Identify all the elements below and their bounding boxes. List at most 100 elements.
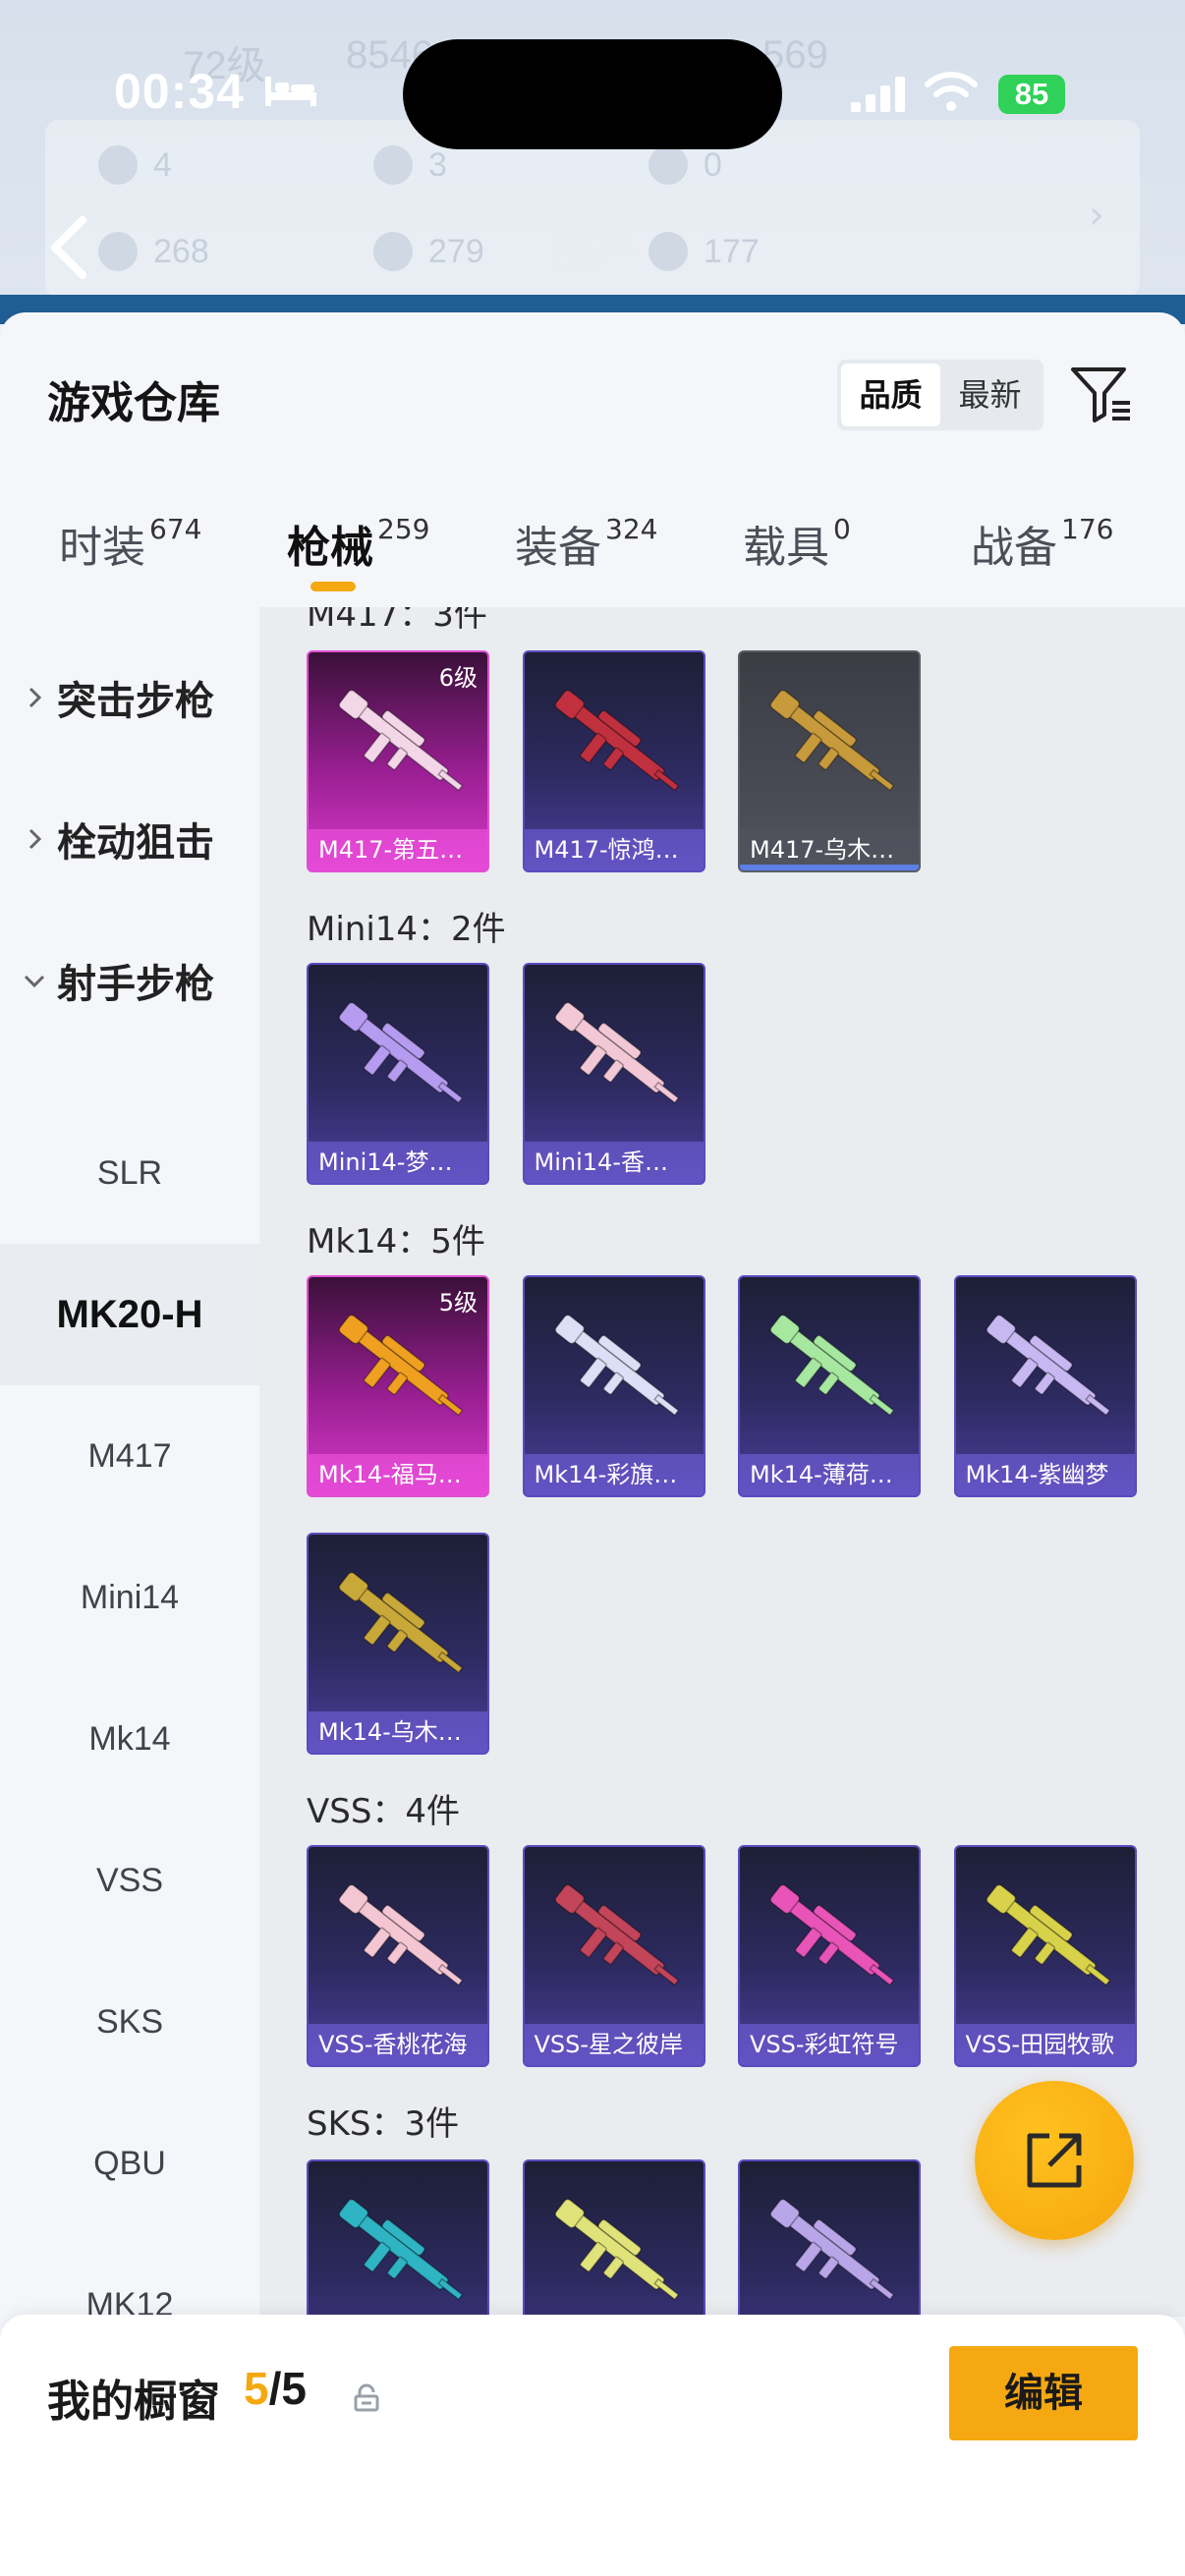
category-group-bolt-snipers[interactable]: 栓动狙击 — [0, 790, 259, 888]
section-title-mk14: Mk14：5件 — [307, 1222, 485, 1261]
battery-indicator: 85 — [998, 75, 1065, 114]
stat-item: 0 — [649, 145, 722, 185]
weapon-skin-card[interactable]: Mini14-香… — [522, 963, 705, 1185]
category-item-vss[interactable]: VSS — [0, 1810, 259, 1951]
section-title-vss: VSS：4件 — [307, 1792, 461, 1831]
skin-name: M417-乌木… — [740, 829, 919, 870]
rifle-icon — [553, 2198, 679, 2301]
filter-icon[interactable] — [1069, 362, 1134, 426]
tab-supplies[interactable]: 战备 176 — [971, 499, 1113, 597]
warehouse-sheet: 游戏仓库 品质 最新 时装 674 枪械 259 装备 324 载具 0 战备 176 突… — [0, 312, 1185, 2576]
status-time: 00:34 — [114, 64, 245, 119]
skin-name: M417-惊鸿… — [524, 829, 704, 870]
skin-name: M417-第五… — [309, 829, 487, 870]
weapon-skin-card[interactable]: 5级 Mk14-福马… — [307, 1275, 489, 1497]
section-title-m417: M417：3件 — [307, 607, 487, 635]
skin-level-badge: 6级 — [438, 664, 478, 692]
weapon-skin-card[interactable]: Mini14-梦… — [307, 963, 489, 1185]
weapon-skin-card[interactable]: VSS-田园牧歌 — [953, 1845, 1137, 2067]
rifle-icon — [769, 1883, 895, 1987]
category-item-m417[interactable]: M417 — [0, 1385, 259, 1527]
skin-name: Mk14-福马… — [309, 1454, 487, 1495]
rifle-icon — [338, 689, 464, 792]
weapon-grid: M417：3件 Mini14：2件 Mk14：5件 VSS：4件 SKS：3件 … — [259, 607, 1185, 2317]
edit-button[interactable]: 编辑 — [949, 2346, 1138, 2440]
stat-icon — [98, 145, 138, 185]
tab-vehicles[interactable]: 载具 0 — [743, 499, 851, 597]
rifle-icon — [769, 1314, 895, 1417]
dynamic-island — [403, 39, 782, 149]
share-button[interactable] — [975, 2081, 1134, 2240]
tab-active-indicator — [310, 582, 356, 591]
weapon-skin-card[interactable] — [522, 2159, 705, 2317]
rifle-icon — [553, 1314, 679, 1417]
skin-name: VSS-彩虹符号 — [740, 2024, 919, 2065]
chevron-down-icon — [24, 975, 45, 988]
tab-fashion[interactable]: 时装 674 — [59, 499, 201, 597]
showcase-bar: 我的橱窗 5/5 编辑 — [0, 2315, 1185, 2576]
weapon-skin-card[interactable]: VSS-星之彼岸 — [522, 1845, 705, 2067]
skin-name: Mk14-彩旗… — [524, 1454, 704, 1495]
stat-icon — [373, 145, 413, 185]
tab-equipment[interactable]: 装备 324 — [515, 499, 657, 597]
sort-option-quality[interactable]: 品质 — [841, 364, 940, 426]
lock-icon — [354, 2383, 379, 2412]
sort-toggle: 品质 最新 — [837, 360, 1044, 430]
skin-name: Mk14-薄荷… — [740, 1454, 919, 1495]
rifle-icon — [338, 1571, 464, 1674]
wifi-icon — [925, 72, 978, 111]
sheet-title: 游戏仓库 — [47, 378, 220, 428]
stat-item: 3 — [373, 145, 447, 185]
weapon-skin-card[interactable]: Mk14-薄荷… — [738, 1275, 921, 1497]
rifle-icon — [338, 1001, 464, 1104]
stat-item: 4 — [98, 145, 172, 185]
rifle-icon — [553, 1001, 679, 1104]
category-tabs: 时装 674 枪械 259 装备 324 载具 0 战备 176 — [0, 499, 1185, 597]
tab-firearms[interactable]: 枪械 259 — [287, 499, 429, 597]
rifle-icon — [769, 2198, 895, 2301]
skin-name: Mini14-香… — [524, 1142, 704, 1183]
skin-name: Mk14-紫幽梦 — [955, 1454, 1135, 1495]
sort-option-latest[interactable]: 最新 — [940, 364, 1040, 426]
back-arrow-icon[interactable] — [41, 212, 100, 283]
skin-name: Mini14-梦… — [309, 1142, 487, 1183]
rifle-icon — [553, 689, 679, 792]
category-item-mk20h[interactable]: MK20-H — [0, 1244, 259, 1385]
chevron-right-icon — [28, 828, 42, 850]
weapon-skin-card[interactable]: Mk14-乌木… — [307, 1533, 489, 1755]
weapon-skin-card[interactable]: M417-乌木… — [738, 650, 921, 872]
bed-icon — [265, 77, 316, 106]
page-title: 资产 — [547, 227, 638, 280]
weapon-skin-card[interactable] — [307, 2159, 489, 2317]
weapon-skin-card[interactable]: VSS-彩虹符号 — [738, 1845, 921, 2067]
weapon-skin-card[interactable]: Mk14-紫幽梦 — [953, 1275, 1137, 1497]
category-item-mini14[interactable]: Mini14 — [0, 1527, 259, 1668]
weapon-skin-card[interactable]: VSS-香桃花海 — [307, 1845, 489, 2067]
section-title-mini14: Mini14：2件 — [307, 910, 506, 949]
section-title-sks: SKS：3件 — [307, 2104, 460, 2144]
weapon-skin-card[interactable]: Mk14-彩旗… — [522, 1275, 705, 1497]
category-group-assault-rifles[interactable]: 突击步枪 — [0, 648, 259, 747]
category-item-qbu[interactable]: QBU — [0, 2093, 259, 2234]
rifle-icon — [985, 1314, 1110, 1417]
showcase-count: 5/5 — [244, 2363, 307, 2414]
category-group-marksman-rifles[interactable]: 射手步枪 — [0, 931, 259, 1030]
rifle-icon — [338, 1883, 464, 1987]
weapon-category-list: 突击步枪 栓动狙击 射手步枪 SLR MK20-H M417 Mini14 Mk… — [0, 607, 259, 2576]
rifle-icon — [985, 1883, 1110, 1987]
signal-icon — [851, 77, 905, 112]
skin-name: Mk14-乌木… — [309, 1711, 487, 1753]
skin-name: VSS-田园牧歌 — [955, 2024, 1135, 2065]
weapon-skin-card[interactable]: M417-惊鸿… — [522, 650, 705, 872]
category-item-mk14[interactable]: Mk14 — [0, 1668, 259, 1810]
category-item-slr[interactable]: SLR — [0, 1102, 259, 1244]
weapon-skin-card[interactable]: 6级 M417-第五… — [307, 650, 489, 872]
rifle-icon — [553, 1883, 679, 1987]
stat-icon — [649, 145, 688, 185]
weapon-skin-card[interactable] — [738, 2159, 921, 2317]
category-item-sks[interactable]: SKS — [0, 1951, 259, 2093]
chevron-right-icon: › — [1089, 193, 1104, 238]
skin-name: VSS-星之彼岸 — [524, 2024, 704, 2065]
showcase-label: 我的橱窗 — [47, 2377, 220, 2427]
share-icon — [1027, 2133, 1082, 2188]
